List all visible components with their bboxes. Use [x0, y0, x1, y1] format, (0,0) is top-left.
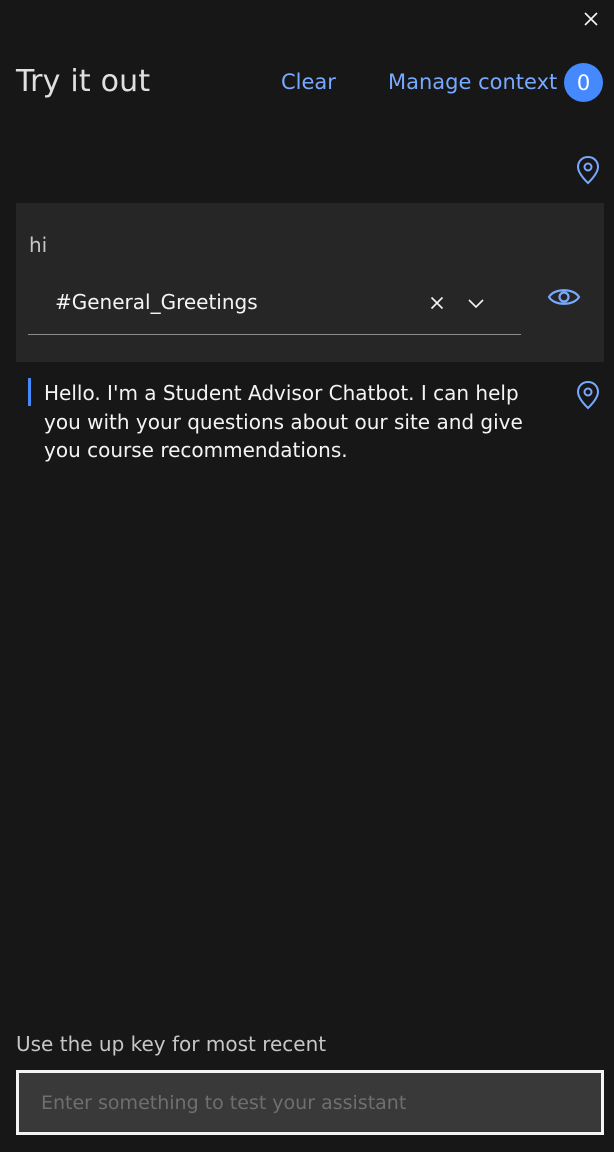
- input-hint: Use the up key for most recent: [16, 1032, 327, 1056]
- location-pin-icon[interactable]: [575, 380, 601, 410]
- clear-button[interactable]: Clear: [281, 70, 336, 94]
- chevron-down-icon: [468, 299, 484, 309]
- user-message-text: hi: [29, 233, 48, 257]
- user-message-block: hi #General_Greetings: [16, 203, 604, 362]
- intent-dropdown[interactable]: #General_Greetings: [28, 278, 521, 335]
- location-pin-icon[interactable]: [575, 155, 601, 185]
- bot-message-indicator: [28, 378, 31, 406]
- close-icon: [584, 12, 598, 26]
- message-input[interactable]: [19, 1073, 601, 1132]
- eye-icon[interactable]: [547, 283, 581, 311]
- manage-context-button[interactable]: Manage context: [388, 70, 557, 94]
- context-count-badge[interactable]: 0: [564, 63, 603, 102]
- bot-message-text: Hello. I'm a Student Advisor Chatbot. I …: [44, 381, 523, 462]
- message-input-container: [16, 1070, 604, 1135]
- intent-value: #General_Greetings: [55, 290, 258, 314]
- clear-intent-button[interactable]: [426, 292, 448, 314]
- intent-chevron-button[interactable]: [464, 292, 488, 314]
- panel-title: Try it out: [16, 64, 151, 99]
- close-panel-button[interactable]: [580, 8, 602, 30]
- close-icon: [430, 296, 444, 310]
